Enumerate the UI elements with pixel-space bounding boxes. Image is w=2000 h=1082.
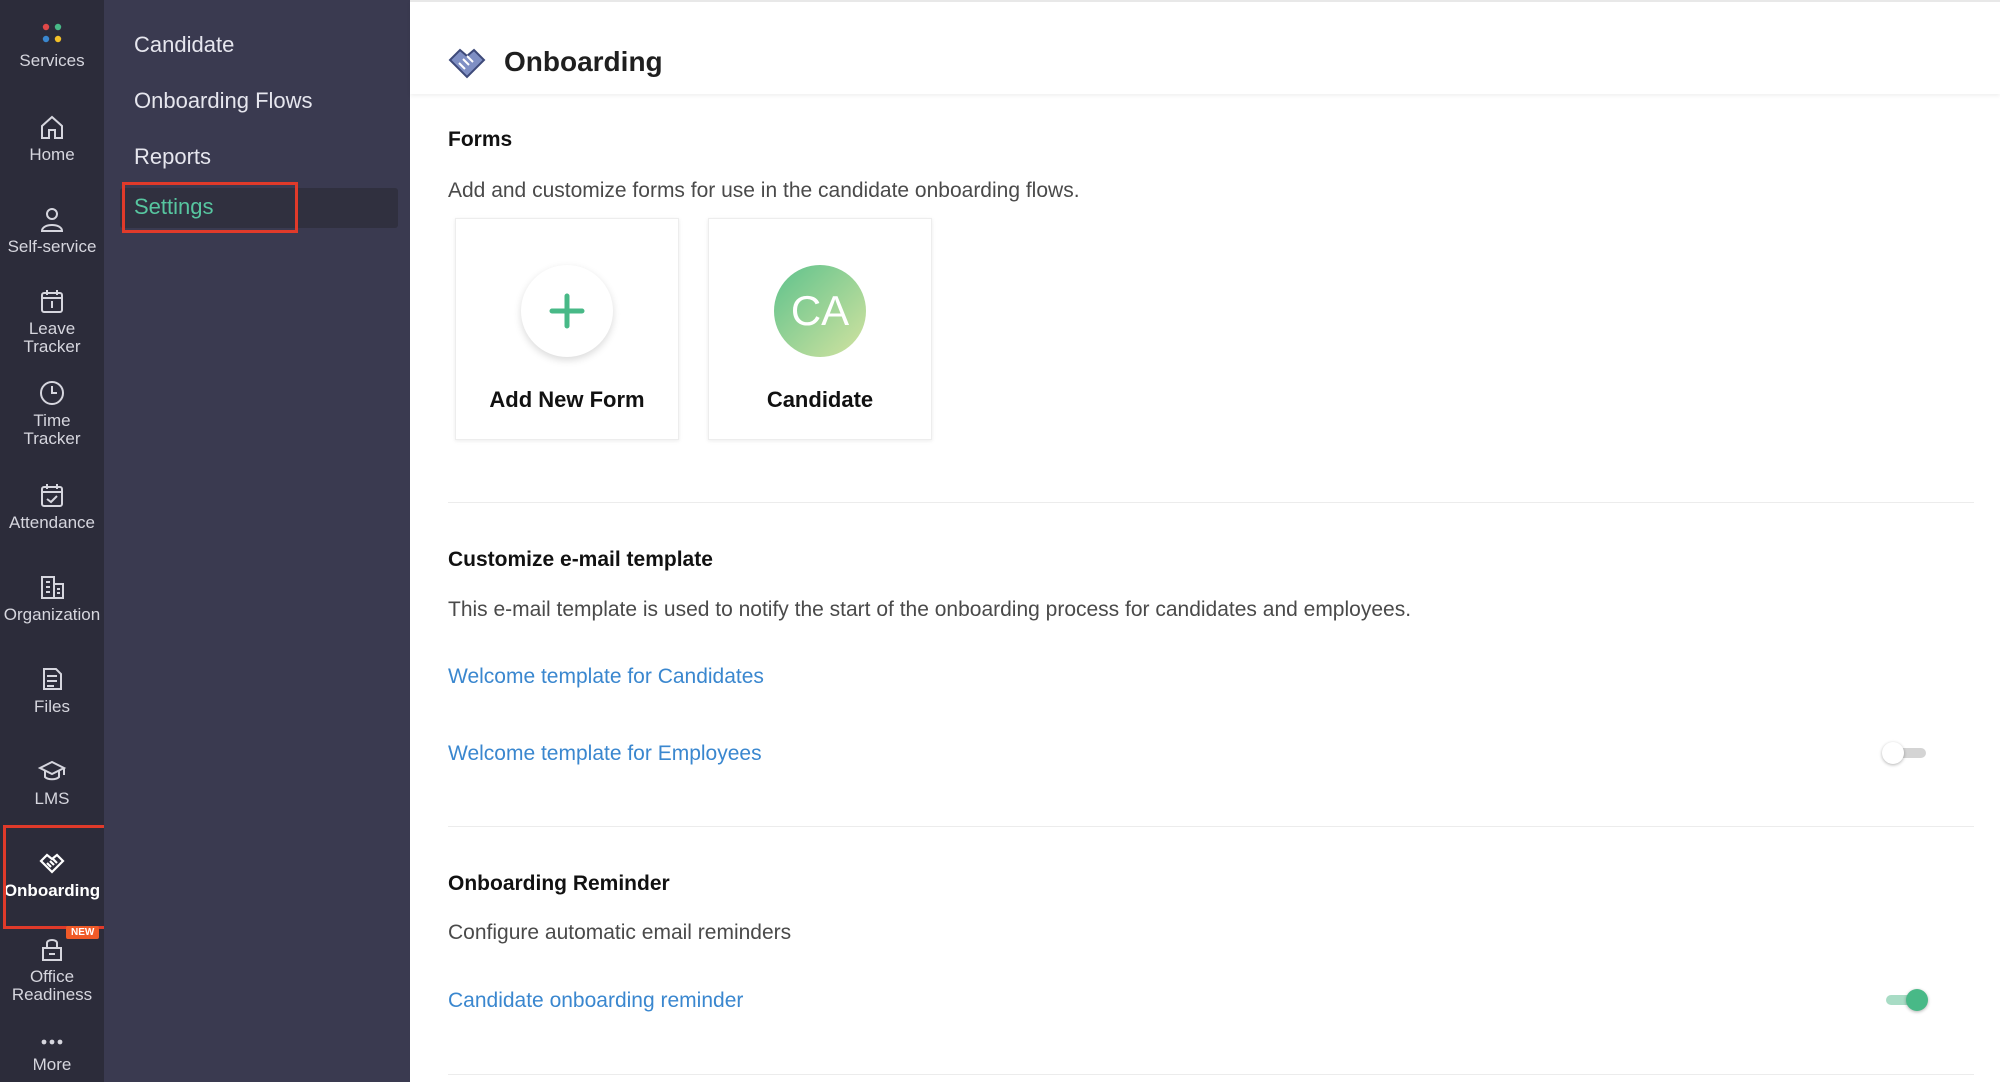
- plus-icon: [549, 293, 585, 329]
- page-header: Onboarding: [410, 0, 2000, 94]
- submenu-item-candidate[interactable]: Candidate: [134, 32, 234, 58]
- add-new-form-label: Add New Form: [489, 387, 645, 412]
- rail-label: LMS: [34, 789, 70, 808]
- rail-item-services[interactable]: Services: [0, 18, 104, 70]
- services-dots-icon: [42, 23, 62, 43]
- building-icon: [41, 576, 64, 599]
- person-icon: [40, 208, 64, 232]
- home-icon: [41, 115, 63, 139]
- add-new-form-card[interactable]: Add New Form: [455, 218, 679, 440]
- rail-label: More: [32, 1055, 72, 1074]
- settings-highlight-box: [122, 182, 298, 233]
- email-section-title: Customize e-mail template: [448, 548, 713, 571]
- employees-template-toggle[interactable]: [1882, 742, 1926, 764]
- welcome-employees-link[interactable]: Welcome template for Employees: [448, 742, 762, 766]
- rail-label: Office Readiness: [11, 967, 93, 1004]
- rail-item-home[interactable]: Home: [0, 112, 104, 164]
- office-icon: [42, 939, 62, 961]
- section-divider: [448, 1074, 1974, 1075]
- candidate-form-card[interactable]: CA Candidate: [708, 218, 932, 440]
- reminder-section-description: Configure automatic email reminders: [448, 921, 792, 944]
- candidate-form-label: Candidate: [766, 387, 874, 412]
- toggle-knob: [1882, 742, 1904, 764]
- submenu-item-reports[interactable]: Reports: [134, 144, 211, 170]
- page-title: Onboarding: [504, 46, 663, 77]
- rail-item-time-tracker[interactable]: Time Tracker: [0, 378, 104, 448]
- rail-item-leave-tracker[interactable]: Leave Tracker: [0, 286, 104, 356]
- rail-label: Organization: [3, 605, 101, 624]
- calendar-icon: [41, 290, 63, 313]
- email-section-description: This e-mail template is used to notify t…: [448, 598, 1412, 621]
- rail-label: Leave Tracker: [23, 319, 81, 356]
- rail-item-office-readiness[interactable]: Office Readiness: [0, 934, 104, 1004]
- candidate-onboarding-reminder-link[interactable]: Candidate onboarding reminder: [448, 989, 743, 1013]
- rail-label: Home: [29, 145, 75, 164]
- rail-item-self-service[interactable]: Self-service: [0, 204, 104, 256]
- graduation-cap-icon: [37, 760, 67, 781]
- rail-label: Self-service: [7, 237, 97, 256]
- section-divider: [448, 826, 1974, 827]
- toggle-knob: [1906, 989, 1928, 1011]
- welcome-candidates-link[interactable]: Welcome template for Candidates: [448, 665, 764, 689]
- new-badge: NEW: [66, 926, 100, 939]
- onboarding-submenu: Candidate Onboarding Flows Reports Setti…: [104, 0, 410, 1082]
- calendar-check-icon: [41, 484, 63, 507]
- rail-label: Time Tracker: [23, 411, 81, 448]
- clock-icon: [40, 381, 64, 405]
- forms-section-title: Forms: [448, 128, 513, 151]
- add-form-plus-circle: [521, 265, 613, 357]
- rail-item-more[interactable]: More: [0, 1032, 104, 1074]
- onboarding-highlight-box: [3, 825, 112, 929]
- rail-label: Attendance: [8, 513, 95, 532]
- rail-label: Services: [19, 51, 85, 70]
- more-dots-icon: [41, 1039, 63, 1045]
- candidate-reminder-toggle[interactable]: [1882, 989, 1928, 1011]
- rail-item-organization[interactable]: Organization: [0, 572, 104, 624]
- rail-item-lms[interactable]: LMS: [0, 756, 104, 808]
- handshake-icon: [448, 48, 486, 79]
- candidate-avatar: CA: [774, 265, 866, 357]
- forms-section-description: Add and customize forms for use in the c…: [448, 179, 1080, 202]
- files-icon: [43, 668, 62, 690]
- section-divider: [448, 502, 1974, 503]
- rail-item-files[interactable]: Files: [0, 664, 104, 716]
- rail-label: Files: [34, 697, 70, 716]
- reminder-section-title: Onboarding Reminder: [448, 872, 670, 895]
- rail-item-attendance[interactable]: Attendance: [0, 480, 104, 532]
- submenu-item-onboarding-flows[interactable]: Onboarding Flows: [134, 88, 313, 114]
